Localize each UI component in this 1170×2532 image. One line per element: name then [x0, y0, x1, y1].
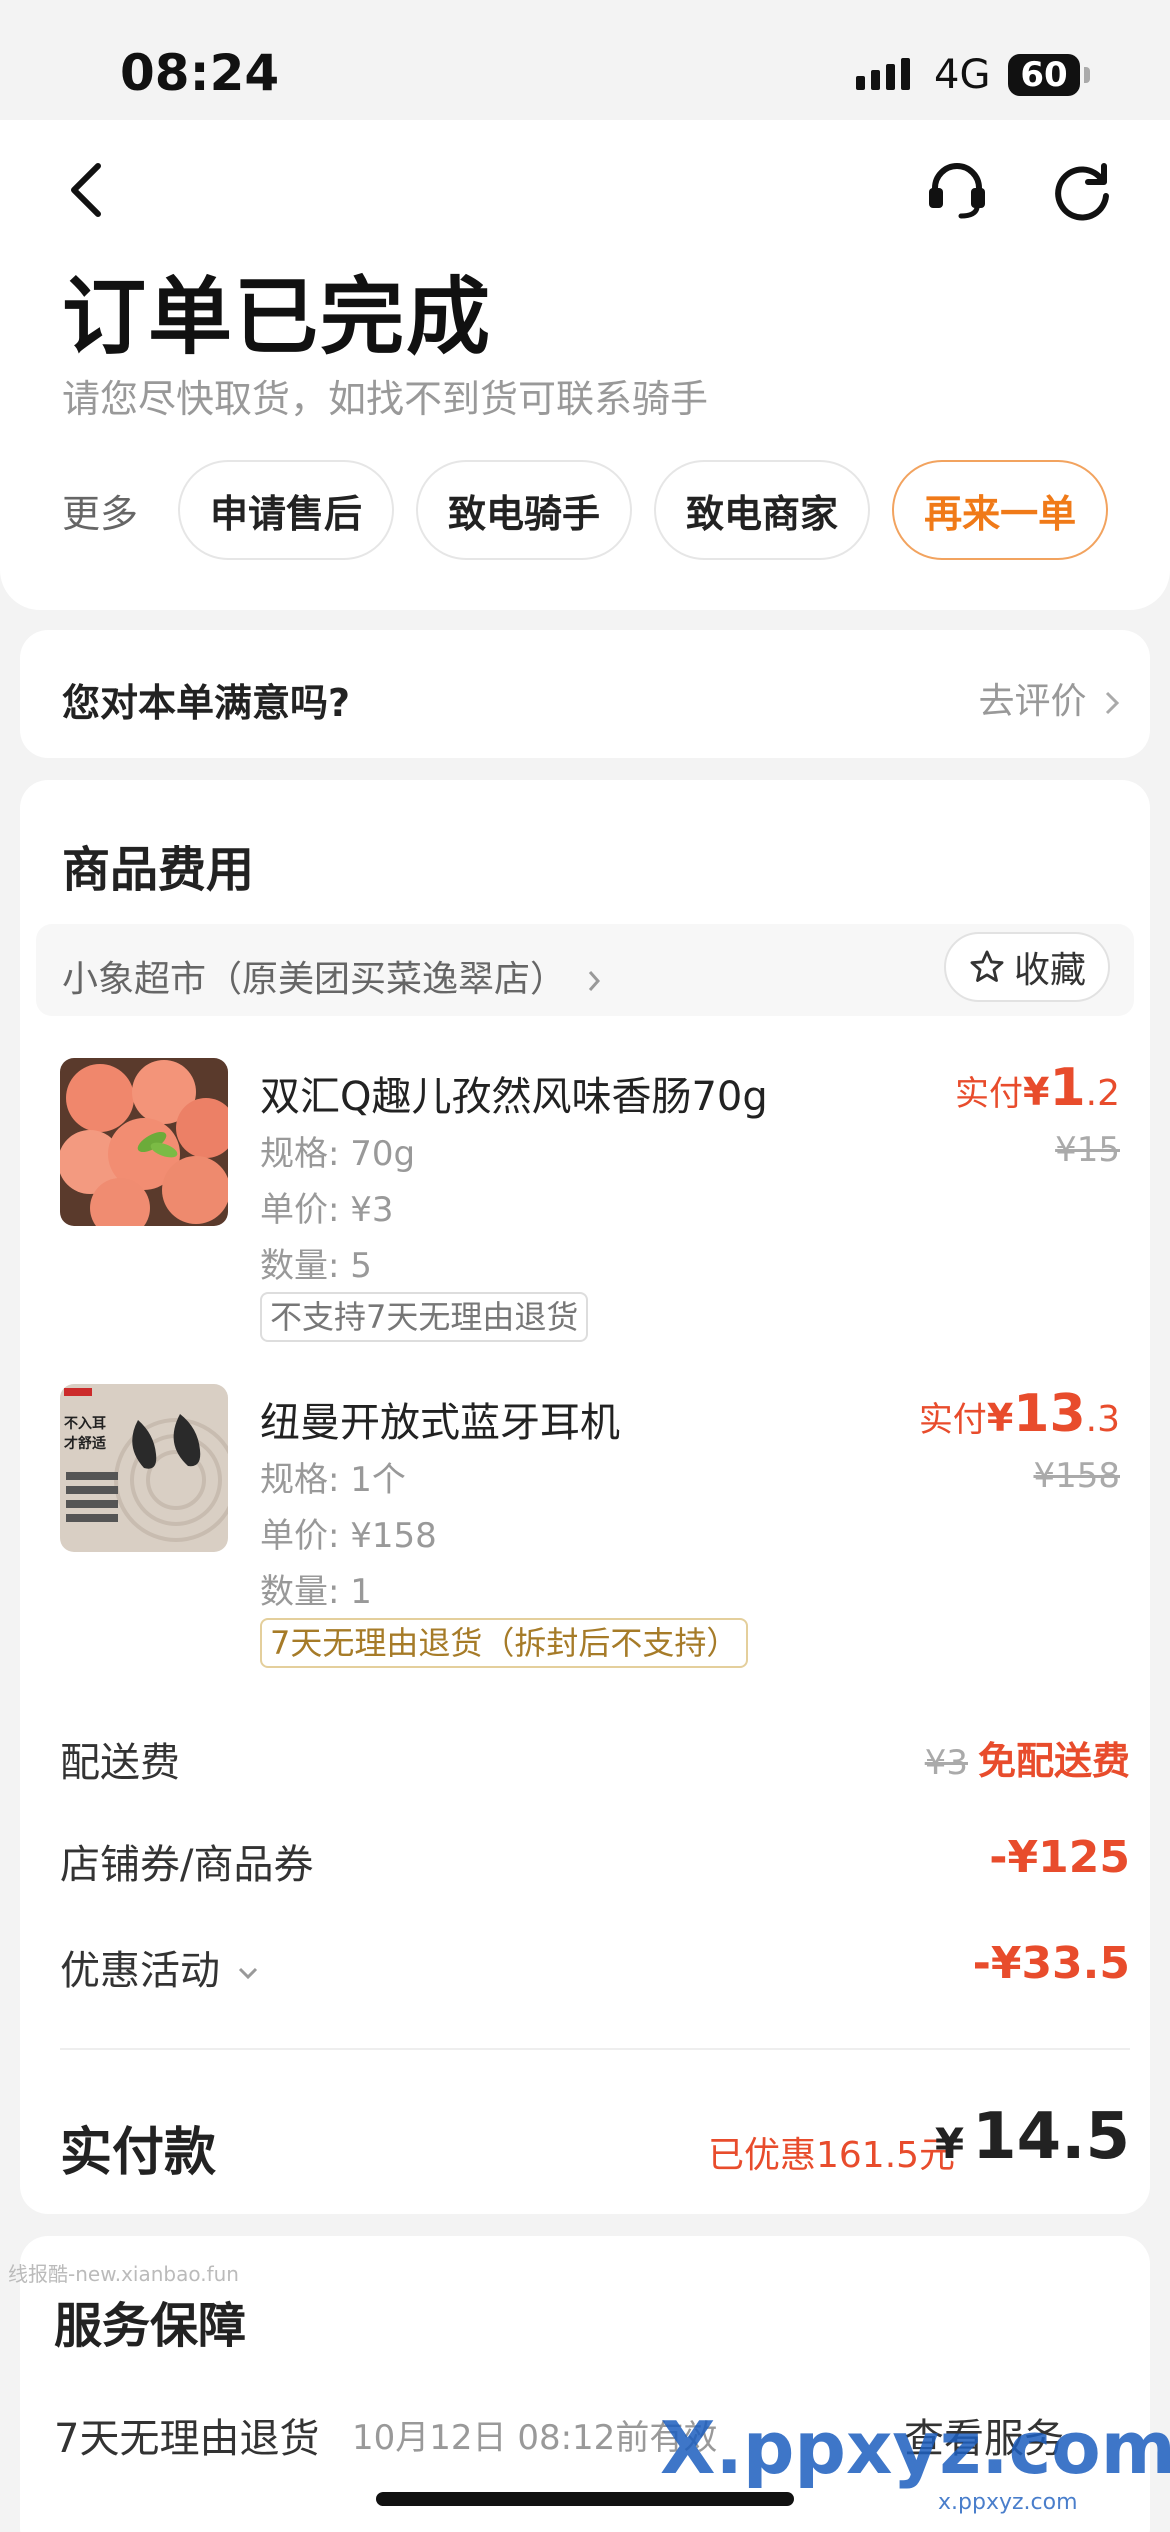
watermark-right: X.ppxyz.com [660, 2406, 1170, 2490]
product-quantity: 数量: 5 [260, 1246, 372, 1286]
call-rider-button[interactable]: 致电骑手 [416, 460, 633, 560]
promo-label[interactable]: 优惠活动 [60, 1938, 259, 1996]
product-original-price: ¥15 [1055, 1130, 1120, 1170]
order-subtitle: 请您尽快取货，如找不到货可联系骑手 [62, 377, 709, 421]
home-indicator[interactable] [376, 2492, 794, 2506]
network-label: 4G [934, 52, 991, 98]
product-spec: 规格: 1个 [260, 1460, 406, 1500]
product-quantity: 数量: 1 [260, 1572, 372, 1612]
goods-cost-card: 商品费用 小象超市（原美团买菜逸翠店） 收藏 双汇Q趣儿孜然风味香肠70g 规格… [20, 780, 1150, 2214]
product-paid-price: 实付¥1.2 [955, 1058, 1120, 1118]
signal-icon [856, 58, 910, 90]
favorite-label: 收藏 [1013, 950, 1086, 991]
back-icon[interactable] [64, 160, 108, 220]
chevron-down-icon [238, 1967, 257, 1980]
watermark-right-sub: x.ppxyz.com [938, 2490, 1078, 2515]
product-item[interactable]: 不入耳 才舒适 纽曼开放式蓝牙耳机 规格: 1个 单价: ¥158 数量: 1 … [60, 1384, 1120, 1668]
return-policy-tag: 7天无理由退货（拆封后不支持） [260, 1618, 749, 1668]
status-time: 08:24 [120, 44, 280, 102]
satisfaction-question: 您对本单满意吗? [62, 681, 351, 725]
refresh-icon[interactable] [1050, 158, 1114, 222]
product-spec: 规格: 70g [260, 1134, 416, 1174]
service-name: 7天无理由退货 [54, 2416, 320, 2462]
product-paid-price: 实付¥13.3 [918, 1384, 1120, 1444]
call-merchant-button[interactable]: 致电商家 [654, 460, 871, 560]
product-name: 双汇Q趣儿孜然风味香肠70g [260, 1074, 768, 1120]
favorite-button[interactable]: 收藏 [943, 932, 1110, 1002]
store-name[interactable]: 小象超市（原美团买菜逸翠店） [62, 950, 601, 1002]
discount-note: 已优惠161.5元 [708, 2135, 956, 2176]
page-title: 订单已完成 [62, 268, 493, 366]
promo-row[interactable]: 优惠活动 -¥33.5 [60, 1938, 1130, 1998]
free-delivery-label: 免配送费 [977, 1739, 1130, 1783]
coupon-row: 店铺券/商品券 -¥125 [60, 1832, 1130, 1892]
delivery-fee-original: ¥3 [924, 1743, 968, 1783]
coupon-value: -¥125 [989, 1832, 1130, 1883]
more-button[interactable]: 更多 [62, 483, 138, 538]
divider [60, 2048, 1130, 2050]
product-image-sausage[interactable] [60, 1058, 228, 1226]
product-unit-price: 单价: ¥3 [260, 1190, 394, 1230]
store-name-label: 小象超市（原美团买菜逸翠店） [62, 959, 567, 1000]
goods-section-title: 商品费用 [62, 842, 255, 898]
product-unit-price: 单价: ¥158 [260, 1516, 437, 1556]
rate-link-label: 去评价 [978, 681, 1087, 722]
delivery-fee-value: ¥3 免配送费 [925, 1730, 1130, 1785]
product-image-caption: 不入耳 才舒适 [64, 1416, 106, 1452]
return-policy-tag: 不支持7天无理由退货 [260, 1292, 589, 1342]
product-image-earphones[interactable]: 不入耳 才舒适 [60, 1384, 228, 1552]
star-icon [970, 950, 1004, 982]
satisfaction-card[interactable]: 您对本单满意吗? 去评价 [20, 630, 1150, 758]
product-original-price: ¥158 [1033, 1456, 1120, 1496]
coupon-label: 店铺券/商品券 [60, 1842, 314, 1888]
product-name: 纽曼开放式蓝牙耳机 [260, 1400, 620, 1446]
delivery-fee-row: 配送费 ¥3 免配送费 [60, 1730, 1130, 1790]
promo-value: -¥33.5 [972, 1938, 1130, 1989]
delivery-fee-label: 配送费 [60, 1740, 180, 1786]
product-item[interactable]: 双汇Q趣儿孜然风味香肠70g 规格: 70g 单价: ¥3 数量: 5 不支持7… [60, 1058, 1120, 1342]
rate-link[interactable]: 去评价 [979, 672, 1120, 724]
order-action-row: 更多 申请售后 致电骑手 致电商家 再来一单 [62, 460, 1109, 560]
chevron-right-icon [589, 971, 601, 991]
service-title: 服务保障 [54, 2298, 247, 2354]
after-sales-button[interactable]: 申请售后 [178, 460, 395, 560]
chevron-right-icon [1105, 691, 1120, 715]
customer-service-icon[interactable] [925, 160, 989, 220]
total-label: 实付款 [60, 2123, 217, 2183]
battery-icon: 60 [1008, 54, 1090, 96]
store-row[interactable]: 小象超市（原美团买菜逸翠店） 收藏 [36, 924, 1134, 1016]
total-value: ¥14.5 [934, 2100, 1130, 2174]
watermark-left: 线报酷-new.xianbao.fun [8, 2262, 239, 2286]
reorder-button[interactable]: 再来一单 [892, 460, 1109, 560]
